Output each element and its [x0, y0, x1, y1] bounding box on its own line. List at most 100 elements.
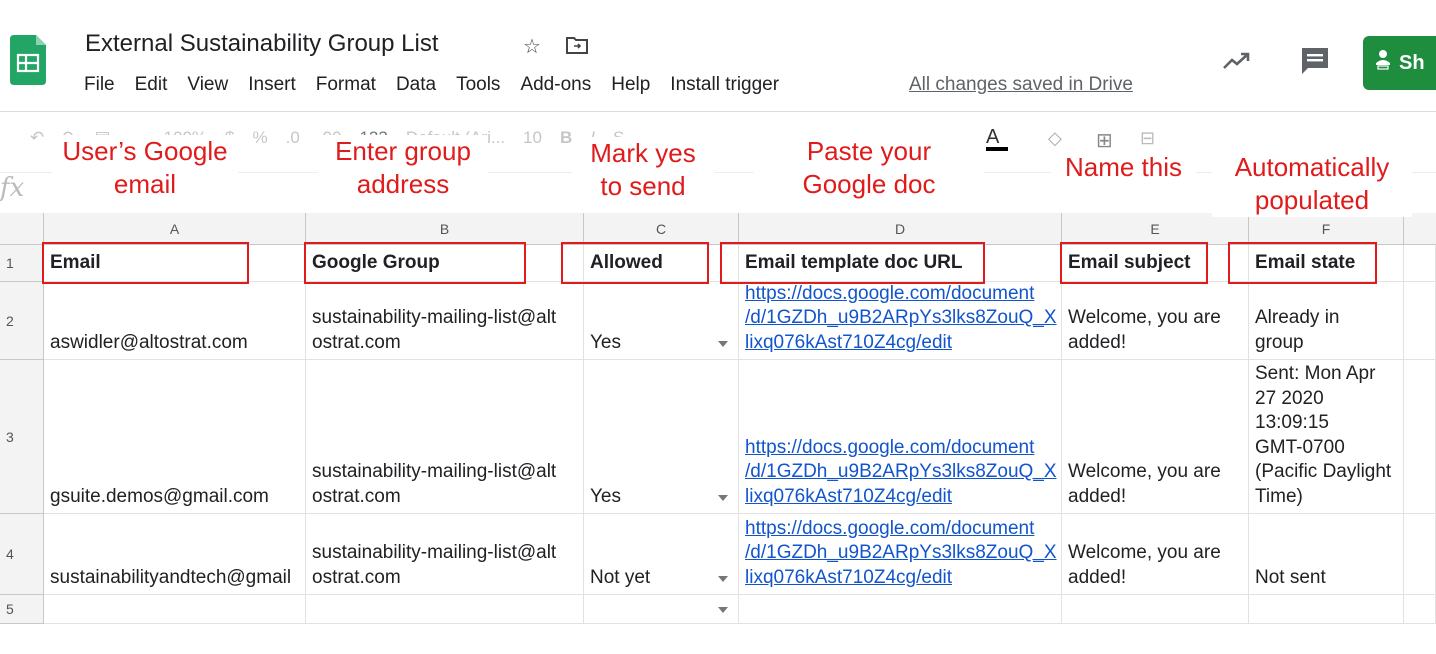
- cell-c4[interactable]: Not yet: [584, 514, 739, 595]
- cell-e5[interactable]: [1062, 595, 1249, 624]
- sheets-logo-icon[interactable]: [10, 35, 46, 85]
- star-icon[interactable]: ☆: [523, 34, 541, 59]
- annotation-users-email: User’s Google email: [52, 135, 238, 201]
- highlight-box-state: [1228, 242, 1377, 284]
- menu-edit[interactable]: Edit: [135, 74, 168, 96]
- column-header-g[interactable]: [1404, 213, 1436, 245]
- allowed-value: Not yet: [590, 566, 651, 588]
- cell-c3[interactable]: Yes: [584, 360, 739, 514]
- doc-url-link[interactable]: https://docs.google.com/document /d/1GZD…: [745, 517, 1057, 591]
- highlight-box-allowed: [561, 242, 709, 284]
- cell-g4[interactable]: [1404, 514, 1436, 595]
- cell-a2[interactable]: aswidler@altostrat.com: [44, 282, 306, 360]
- move-folder-icon[interactable]: [566, 36, 588, 60]
- activity-trend-icon[interactable]: [1222, 50, 1252, 77]
- menu-format[interactable]: Format: [316, 74, 376, 96]
- menu-install-trigger[interactable]: Install trigger: [670, 74, 779, 96]
- header-divider: [0, 111, 1436, 112]
- menu-tools[interactable]: Tools: [456, 74, 500, 96]
- column-header-c[interactable]: C: [584, 213, 739, 245]
- undo-icon[interactable]: ↶: [30, 128, 44, 148]
- menu-view[interactable]: View: [187, 74, 228, 96]
- cell-d4[interactable]: https://docs.google.com/document /d/1GZD…: [739, 514, 1062, 595]
- column-header-b[interactable]: B: [306, 213, 584, 245]
- menu-data[interactable]: Data: [396, 74, 436, 96]
- percent-icon[interactable]: %: [253, 128, 268, 148]
- subject-value: Welcome, you are added!: [1068, 542, 1221, 588]
- dropdown-arrow-icon[interactable]: [718, 576, 728, 582]
- save-status-link[interactable]: All changes saved in Drive: [909, 74, 1133, 96]
- menu-help[interactable]: Help: [611, 74, 650, 96]
- cell-g1[interactable]: [1404, 245, 1436, 282]
- doc-url-link[interactable]: https://docs.google.com/document /d/1GZD…: [745, 436, 1057, 510]
- cell-d5[interactable]: [739, 595, 1062, 624]
- borders-icon[interactable]: ⊞: [1096, 128, 1113, 153]
- document-title[interactable]: External Sustainability Group List: [85, 30, 439, 58]
- row-header-5[interactable]: 5: [0, 595, 44, 624]
- dropdown-arrow-icon[interactable]: [718, 341, 728, 347]
- subject-value: Welcome, you are added!: [1068, 461, 1221, 507]
- row-header-3[interactable]: 3: [0, 360, 44, 514]
- cell-d3[interactable]: https://docs.google.com/document /d/1GZD…: [739, 360, 1062, 514]
- fill-color-icon[interactable]: ◇: [1048, 128, 1062, 149]
- column-header-d[interactable]: D: [739, 213, 1062, 245]
- cell-b2[interactable]: sustainability-mailing-list@alt ostrat.c…: [306, 282, 584, 360]
- state-value: Already in group: [1255, 307, 1340, 353]
- merge-cells-icon[interactable]: ⊟: [1140, 128, 1155, 149]
- annotation-auto-populated: Automatically populated: [1212, 151, 1412, 217]
- cell-d2[interactable]: https://docs.google.com/document /d/1GZD…: [739, 282, 1062, 360]
- cell-e2[interactable]: Welcome, you are added!: [1062, 282, 1249, 360]
- fx-icon: fx: [0, 173, 25, 203]
- group-value: sustainability-mailing-list@alt ostrat.c…: [312, 542, 557, 588]
- cell-a3[interactable]: gsuite.demos@gmail.com: [44, 360, 306, 514]
- doc-url-link[interactable]: https://docs.google.com/document /d/1GZD…: [745, 282, 1057, 355]
- font-size-select[interactable]: 10: [523, 128, 542, 148]
- menu-file[interactable]: File: [84, 74, 115, 96]
- cell-f3[interactable]: Sent: Mon Apr 27 2020 13:09:15 GMT-0700 …: [1249, 360, 1404, 514]
- share-button[interactable]: Sh: [1363, 36, 1436, 90]
- email-value: sustainabilityandtech@gmail: [50, 566, 292, 588]
- cell-g5[interactable]: [1404, 595, 1436, 624]
- text-color-icon[interactable]: A: [986, 126, 1008, 151]
- cell-f2[interactable]: Already in group: [1249, 282, 1404, 360]
- column-header-f[interactable]: F: [1249, 213, 1404, 245]
- cell-e3[interactable]: Welcome, you are added!: [1062, 360, 1249, 514]
- state-value: Not sent: [1255, 566, 1326, 588]
- state-value: Sent: Mon Apr 27 2020 13:09:15 GMT-0700 …: [1255, 363, 1392, 507]
- subject-value: Welcome, you are added!: [1068, 307, 1221, 353]
- column-header-e[interactable]: E: [1062, 213, 1249, 245]
- cell-f4[interactable]: Not sent: [1249, 514, 1404, 595]
- cell-b5[interactable]: [306, 595, 584, 624]
- select-all-corner[interactable]: [0, 213, 44, 245]
- dropdown-arrow-icon[interactable]: [718, 607, 728, 613]
- row-header-1[interactable]: 1: [0, 245, 44, 282]
- row-header-2[interactable]: 2: [0, 282, 44, 360]
- cell-b3[interactable]: sustainability-mailing-list@alt ostrat.c…: [306, 360, 584, 514]
- column-header-a[interactable]: A: [44, 213, 306, 245]
- share-person-icon: [1375, 49, 1391, 77]
- menu-bar: File Edit View Insert Format Data Tools …: [84, 74, 799, 96]
- row-header-4[interactable]: 4: [0, 514, 44, 595]
- cell-c2[interactable]: Yes: [584, 282, 739, 360]
- cell-g2[interactable]: [1404, 282, 1436, 360]
- cell-c5[interactable]: [584, 595, 739, 624]
- cell-a4[interactable]: sustainabilityandtech@gmail: [44, 514, 306, 595]
- dropdown-arrow-icon[interactable]: [718, 495, 728, 501]
- menu-addons[interactable]: Add-ons: [520, 74, 591, 96]
- group-value: sustainability-mailing-list@alt ostrat.c…: [312, 307, 557, 353]
- highlight-box-template-url: [720, 242, 985, 284]
- annotation-paste-doc: Paste your Google doc: [754, 135, 984, 201]
- cell-a5[interactable]: [44, 595, 306, 624]
- cell-b4[interactable]: sustainability-mailing-list@alt ostrat.c…: [306, 514, 584, 595]
- cell-f5[interactable]: [1249, 595, 1404, 624]
- allowed-value: Yes: [590, 331, 621, 353]
- decimal-decrease-icon[interactable]: .0: [286, 128, 300, 148]
- highlight-box-google-group: [304, 242, 526, 284]
- bold-icon[interactable]: B: [560, 128, 572, 148]
- cell-g3[interactable]: [1404, 360, 1436, 514]
- menu-insert[interactable]: Insert: [248, 74, 296, 96]
- email-value: gsuite.demos@gmail.com: [50, 485, 269, 507]
- highlight-box-subject: [1060, 242, 1208, 284]
- cell-e4[interactable]: Welcome, you are added!: [1062, 514, 1249, 595]
- comments-icon[interactable]: [1300, 46, 1330, 81]
